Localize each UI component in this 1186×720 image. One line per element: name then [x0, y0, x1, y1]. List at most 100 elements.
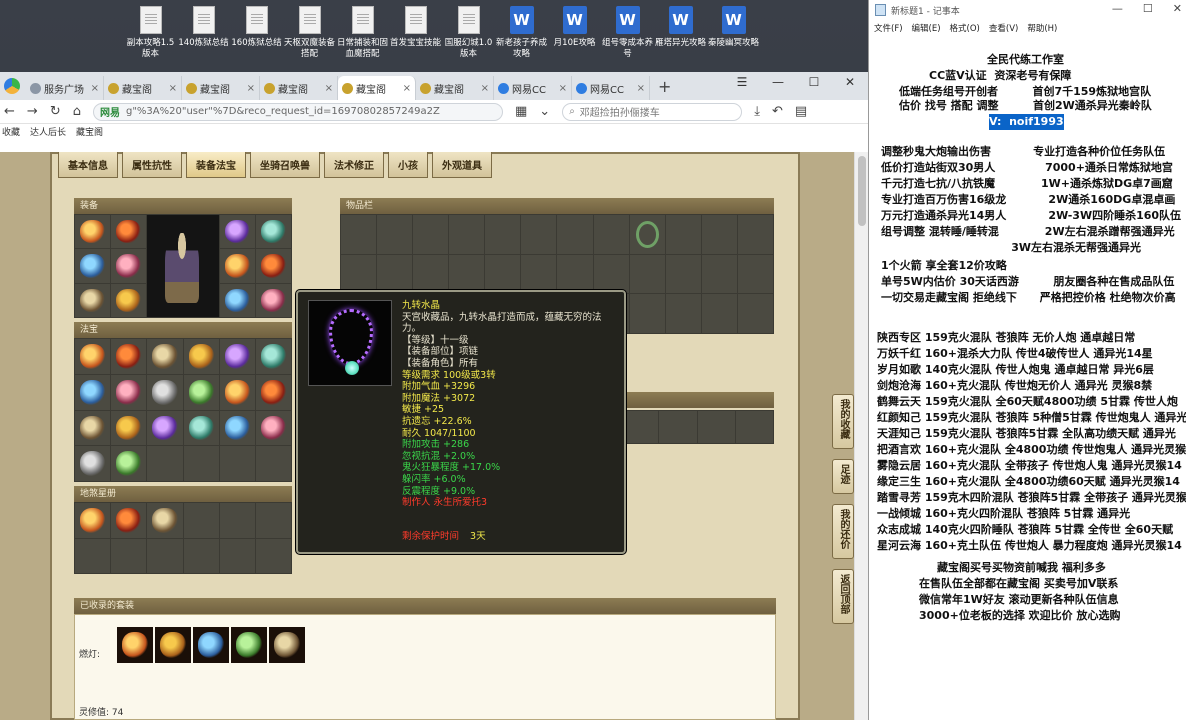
inventory-slot[interactable] — [593, 254, 629, 294]
equip-slot[interactable] — [111, 283, 147, 317]
game-tab[interactable]: 属性抗性 — [122, 152, 182, 178]
inventory-slot[interactable] — [485, 254, 521, 294]
home-icon[interactable]: ⌂ — [73, 104, 81, 119]
inventory-slot[interactable] — [621, 411, 659, 443]
inventory-slot[interactable] — [413, 215, 449, 254]
collection-item[interactable] — [269, 627, 305, 663]
tab-close-icon[interactable]: × — [325, 83, 333, 94]
fabao-slot[interactable] — [111, 410, 147, 446]
close-button[interactable]: ✕ — [832, 72, 868, 92]
game-tab[interactable]: 法术修正 — [324, 152, 384, 178]
collection-item[interactable] — [155, 627, 191, 663]
fabao-slot[interactable] — [111, 374, 147, 410]
inventory-slot[interactable] — [697, 411, 735, 443]
inventory-slot[interactable] — [593, 215, 629, 254]
desktop-icon[interactable]: W 组号零成本养号 — [602, 4, 653, 72]
inventory-slot[interactable] — [557, 215, 593, 254]
browser-tab[interactable]: 藏宝阁 × — [416, 76, 494, 100]
equip-slot[interactable] — [111, 215, 147, 249]
desktop-icon[interactable]: 160炼狱总结 — [231, 4, 282, 72]
fabao-slot[interactable] — [75, 374, 111, 410]
np-minimize-button[interactable]: — — [1112, 2, 1123, 15]
equip-slot[interactable] — [75, 215, 111, 249]
np-close-button[interactable]: ✕ — [1173, 2, 1182, 15]
np-maximize-button[interactable]: ☐ — [1143, 2, 1153, 15]
pan-slot[interactable] — [111, 538, 147, 573]
notepad-menu-item[interactable]: 编辑(E) — [912, 22, 941, 34]
new-tab-button[interactable]: + — [650, 77, 679, 100]
desktop-icon[interactable]: 天枢双魔装备搭配 — [284, 4, 335, 72]
inventory-slot[interactable] — [521, 254, 557, 294]
bookmark-cbg[interactable]: 藏宝阁 — [76, 125, 103, 138]
equip-slot[interactable] — [219, 249, 255, 283]
fabao-slot[interactable] — [183, 339, 219, 374]
inventory-slot[interactable] — [629, 215, 665, 254]
pan-slot[interactable] — [183, 538, 219, 573]
fabao-slot[interactable] — [219, 374, 255, 410]
fabao-slot[interactable] — [147, 374, 183, 410]
tab-close-icon[interactable]: × — [481, 83, 489, 94]
tab-close-icon[interactable]: × — [169, 83, 177, 94]
fabao-slot[interactable] — [219, 446, 255, 481]
notepad-menu-item[interactable]: 格式(O) — [950, 22, 980, 34]
inventory-slot[interactable] — [413, 254, 449, 294]
equip-slot[interactable] — [219, 283, 255, 317]
inventory-slot[interactable] — [449, 215, 485, 254]
fabao-slot[interactable] — [219, 339, 255, 374]
pan-slot[interactable] — [219, 538, 255, 573]
inventory-slot[interactable] — [341, 254, 377, 294]
maximize-button[interactable]: ☐ — [796, 72, 832, 92]
notepad-text-area[interactable]: 全民代练工作室 CC蓝V认证 资深老号有保障 低端任务组号开创者 首创7千159炼狱… — [869, 36, 1186, 720]
browser-tab[interactable]: 藏宝阁 × — [338, 76, 416, 100]
desktop-icon[interactable]: 副本攻略1.5版本 — [126, 4, 175, 72]
grid-icon[interactable]: ▦ — [515, 104, 527, 119]
back-icon[interactable]: ← — [4, 104, 15, 119]
browser-logo-icon[interactable] — [4, 78, 20, 94]
back-to-top-button[interactable]: 返回顶部 — [832, 569, 854, 624]
inventory-slot[interactable] — [377, 215, 413, 254]
game-tab[interactable]: 小孩 — [388, 152, 428, 178]
character-portrait[interactable] — [147, 215, 219, 317]
desktop-icon[interactable]: 国服幻城1.0版本 — [444, 4, 493, 72]
fabao-slot[interactable] — [183, 410, 219, 446]
history-button[interactable]: 足迹 — [832, 459, 854, 494]
pan-slot[interactable] — [255, 503, 291, 538]
pan-slot[interactable] — [75, 538, 111, 573]
desktop-icon[interactable]: 140炼狱总结 — [178, 4, 229, 72]
inventory-slot[interactable] — [659, 411, 697, 443]
refresh-icon[interactable]: ↻ — [50, 104, 61, 119]
fabao-slot[interactable] — [147, 410, 183, 446]
bookmark-favorites[interactable]: 收藏 — [2, 125, 20, 138]
fabao-slot[interactable] — [75, 446, 111, 481]
minimize-button[interactable]: — — [760, 72, 796, 92]
tab-close-icon[interactable]: × — [637, 83, 645, 94]
notepad-menu-item[interactable]: 帮助(H) — [1027, 22, 1057, 34]
desktop-icon[interactable]: 首发宝宝技能 — [390, 4, 441, 72]
equip-slot[interactable] — [255, 215, 291, 249]
fabao-slot[interactable] — [219, 410, 255, 446]
inventory-slot[interactable] — [557, 254, 593, 294]
menu-icon[interactable]: ☰ — [724, 72, 760, 92]
equip-slot[interactable] — [75, 283, 111, 317]
desktop-icon[interactable]: W 雁塔异光攻略 — [655, 4, 706, 72]
inventory-slot[interactable] — [341, 215, 377, 254]
fabao-slot[interactable] — [255, 410, 291, 446]
dropdown-icon[interactable]: ⌄ — [539, 104, 550, 119]
extensions-icon[interactable]: ▤ — [795, 104, 807, 119]
fabao-slot[interactable] — [183, 446, 219, 481]
inventory-slot[interactable] — [701, 254, 737, 294]
fabao-slot[interactable] — [255, 339, 291, 374]
inventory-slot[interactable] — [737, 294, 773, 333]
equip-slot[interactable] — [219, 215, 255, 249]
inventory-slot[interactable] — [665, 294, 701, 333]
inventory-slot[interactable] — [377, 254, 413, 294]
pan-slot[interactable] — [75, 503, 111, 538]
inventory-slot[interactable] — [449, 254, 485, 294]
favorites-button[interactable]: 我的收藏 — [832, 394, 854, 449]
tab-close-icon[interactable]: × — [403, 83, 411, 94]
desktop-icon[interactable]: 日常捕装和固血魔搭配 — [337, 4, 388, 72]
collection-item[interactable] — [193, 627, 229, 663]
collection-item[interactable] — [117, 627, 153, 663]
tab-close-icon[interactable]: × — [91, 83, 99, 94]
fabao-slot[interactable] — [111, 339, 147, 374]
